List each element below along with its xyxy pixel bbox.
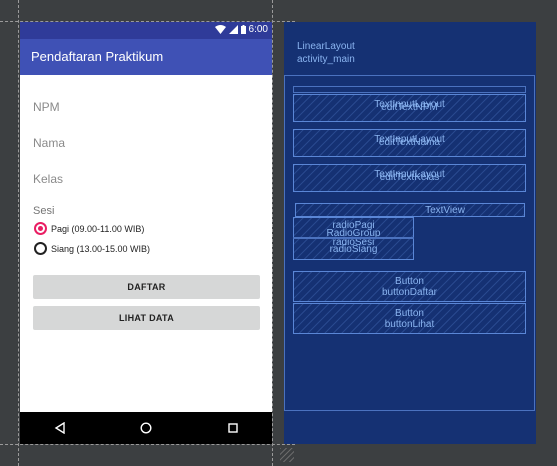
bp-text-input-npm[interactable]: TextInputLayout editTextNPM (293, 94, 526, 122)
radio-checked-icon (34, 222, 47, 235)
bp-text-input-kelas[interactable]: TextInputLayout editTextKelas (293, 164, 526, 192)
app-bar: Pendaftaran Praktikum (20, 39, 272, 75)
npm-input[interactable]: NPM (33, 100, 259, 122)
bp-daftar-id: buttonDaftar (381, 287, 438, 298)
guide-bottom (0, 444, 295, 445)
bp-radio-siang-label: radioSiang (329, 244, 378, 255)
bp-nama-id: editTextNama (378, 137, 441, 148)
guide-left (18, 0, 19, 466)
radio-siang[interactable]: Siang (13.00-15.00 WIB) (34, 242, 150, 255)
bp-button-lihat[interactable]: Button buttonLihat (293, 303, 526, 334)
wifi-icon (214, 25, 226, 34)
nama-hint: Nama (33, 136, 66, 150)
bp-npm-id: editTextNPM (381, 102, 438, 113)
radio-pagi-label: Pagi (09.00-11.00 WIB) (51, 223, 145, 234)
daftar-button[interactable]: DAFTAR (33, 275, 260, 299)
resize-handle[interactable] (280, 448, 294, 462)
blueprint-view: LinearLayout activity_main TextInputLayo… (284, 22, 536, 444)
kelas-input[interactable]: Kelas (33, 172, 259, 194)
status-bar: 6:00 (20, 22, 272, 39)
home-circle-icon[interactable] (139, 421, 153, 435)
back-triangle-icon[interactable] (53, 421, 67, 435)
bp-textview-label: TextView (425, 205, 465, 216)
nama-input[interactable]: Nama (33, 136, 259, 158)
guide-right (272, 0, 273, 466)
npm-hint: NPM (33, 100, 60, 114)
lihat-data-button[interactable]: LIHAT DATA (33, 306, 260, 330)
design-view: 6:00 Pendaftaran Praktikum NPM Nama Kela… (20, 22, 272, 444)
kelas-hint: Kelas (33, 172, 64, 186)
signal-icon (228, 25, 238, 34)
bp-radio-divider (293, 237, 414, 239)
bp-lihat-id: buttonLihat (384, 319, 435, 330)
bp-lihat-type: Button (395, 308, 424, 319)
sesi-label: Sesi (33, 205, 55, 217)
navigation-bar (20, 412, 272, 444)
radio-unchecked-icon (34, 242, 47, 255)
bp-daftar-type: Button (395, 276, 424, 287)
bp-text-input-nama[interactable]: TextInputLayout editTextNama (293, 129, 526, 157)
bp-button-daftar[interactable]: Button buttonDaftar (293, 271, 526, 302)
root-layout-type: LinearLayout (297, 41, 355, 52)
root-layout-id: activity_main (297, 54, 355, 65)
recents-square-icon[interactable] (226, 421, 240, 435)
bp-textview[interactable]: TextView (295, 203, 525, 217)
app-title: Pendaftaran Praktikum (31, 49, 164, 64)
bp-top-outline (293, 86, 526, 93)
bp-kelas-id: editTextKelas (379, 172, 440, 183)
radio-siang-label: Siang (13.00-15.00 WIB) (51, 243, 151, 254)
status-time: 6:00 (248, 24, 268, 35)
root-layout-label: LinearLayout activity_main (297, 40, 355, 66)
battery-icon (240, 25, 246, 34)
radio-pagi[interactable]: Pagi (09.00-11.00 WIB) (34, 222, 144, 235)
